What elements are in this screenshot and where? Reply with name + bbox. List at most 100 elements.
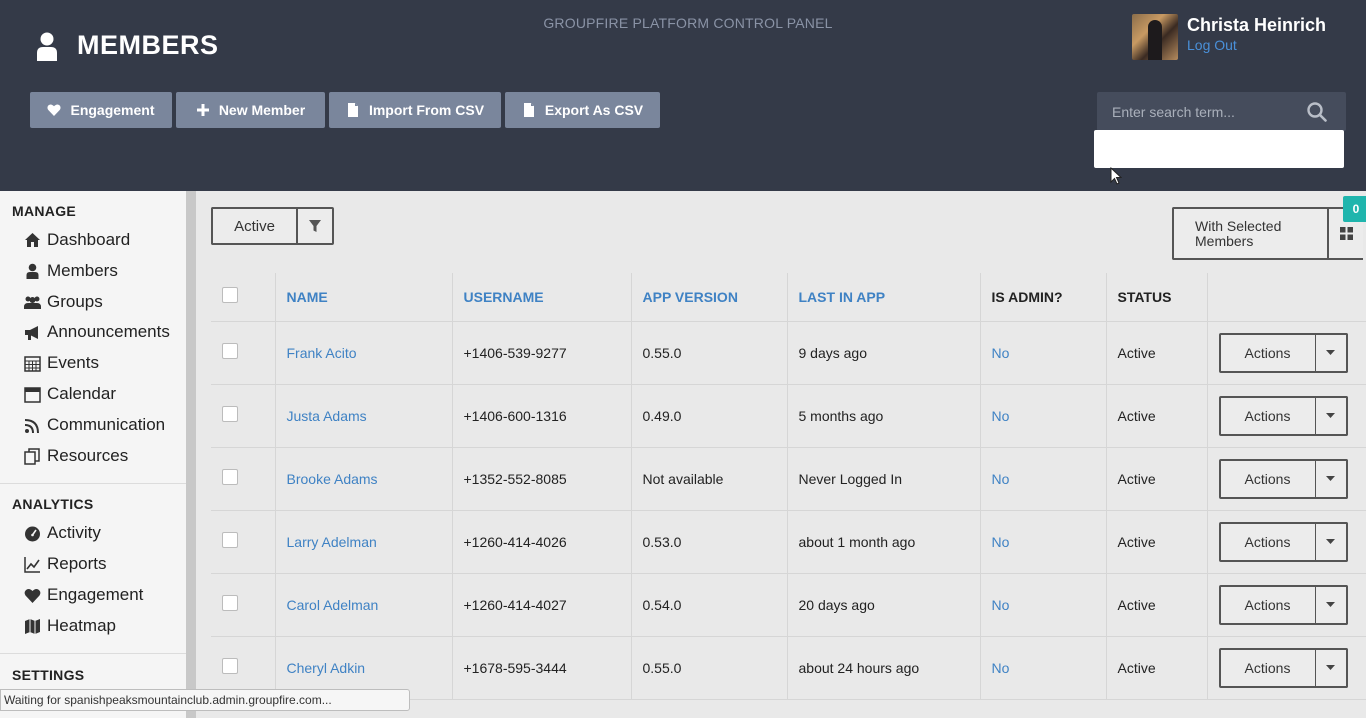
sidebar-item-announcements[interactable]: Announcements (24, 320, 170, 344)
sidebar-item-groups[interactable]: Groups (24, 290, 103, 314)
row-actions-cell: Actions (1207, 573, 1366, 637)
engagement-button[interactable]: Engagement (30, 92, 172, 128)
file-icon (523, 103, 534, 117)
actions-group: Actions (1218, 332, 1366, 373)
member-name-link[interactable]: Brooke Adams (275, 447, 453, 511)
actions-button[interactable]: Actions (1218, 584, 1316, 625)
row-checkbox[interactable] (222, 343, 238, 359)
member-is-admin-link[interactable]: No (980, 447, 1107, 511)
row-actions-cell: Actions (1207, 321, 1366, 385)
member-name-link[interactable]: Larry Adelman (275, 510, 453, 574)
member-name-link[interactable]: Frank Acito (275, 321, 453, 385)
sidebar-item-label: Engagement (47, 585, 144, 604)
row-checkbox[interactable] (222, 532, 238, 548)
column-header-last-in-app[interactable]: LAST IN APP (787, 273, 981, 322)
caret-down-icon (1326, 602, 1335, 607)
row-select-cell (211, 447, 276, 511)
new-member-button-label: New Member (218, 102, 306, 118)
logout-link[interactable]: Log Out (1187, 36, 1326, 54)
sidebar-item-resources[interactable]: Resources (24, 444, 128, 468)
sidebar-item-heatmap[interactable]: Heatmap (24, 614, 116, 638)
heart-icon (47, 104, 62, 116)
member-username: +1352-552-8085 (452, 447, 632, 511)
member-app-version: 0.54.0 (631, 573, 788, 637)
table-row: Justa Adams +1406-600-1316 0.49.0 5 mont… (211, 384, 1366, 448)
sidebar-item-reports[interactable]: Reports (24, 552, 107, 576)
actions-group: Actions (1218, 647, 1366, 688)
engagement-button-label: Engagement (70, 102, 155, 118)
column-header-app-version[interactable]: APP VERSION (631, 273, 788, 322)
page-title: MEMBERS (77, 30, 219, 60)
actions-dropdown-toggle[interactable] (1315, 521, 1348, 562)
sidebar-item-members[interactable]: Members (24, 259, 118, 283)
row-checkbox[interactable] (222, 406, 238, 422)
actions-dropdown-toggle[interactable] (1315, 458, 1348, 499)
member-name-link[interactable]: Justa Adams (275, 384, 453, 448)
main-content: Active With Selected Members 0 NAME USER… (196, 191, 1366, 718)
sidebar-scrollbar[interactable] (186, 191, 196, 718)
table-row: Larry Adelman +1260-414-4026 0.53.0 abou… (211, 510, 1366, 574)
filter-button[interactable] (296, 207, 334, 245)
select-all-checkbox[interactable] (222, 287, 238, 304)
sidebar-item-dashboard[interactable]: Dashboard (24, 228, 130, 252)
filter-icon (309, 219, 321, 232)
export-csv-button[interactable]: Export As CSV (505, 92, 660, 128)
new-member-button[interactable]: New Member (176, 92, 325, 128)
member-last-in-app: about 1 month ago (787, 510, 981, 574)
column-header-name[interactable]: NAME (275, 273, 453, 322)
member-username: +1260-414-4026 (452, 510, 632, 574)
row-select-cell (211, 384, 276, 448)
member-is-admin-link[interactable]: No (980, 510, 1107, 574)
member-status: Active (1106, 636, 1208, 700)
column-header-username[interactable]: USERNAME (452, 273, 632, 322)
user-box: Christa Heinrich Log Out (1132, 14, 1326, 60)
actions-button[interactable]: Actions (1218, 395, 1316, 436)
row-checkbox[interactable] (222, 595, 238, 611)
actions-button[interactable]: Actions (1218, 458, 1316, 499)
member-status: Active (1106, 321, 1208, 385)
sidebar-item-activity[interactable]: Activity (24, 521, 101, 545)
table-row: Carol Adelman +1260-414-4027 0.54.0 20 d… (211, 573, 1366, 637)
actions-dropdown-toggle[interactable] (1315, 584, 1348, 625)
row-actions-cell: Actions (1207, 384, 1366, 448)
actions-dropdown-toggle[interactable] (1315, 332, 1348, 373)
member-is-admin-link[interactable]: No (980, 636, 1107, 700)
sidebar-item-communication[interactable]: Communication (24, 413, 165, 437)
actions-button[interactable]: Actions (1218, 332, 1316, 373)
sidebar-item-calendar[interactable]: Calendar (24, 382, 116, 406)
file-icon (347, 103, 358, 117)
sidebar-item-engagement[interactable]: Engagement (24, 583, 143, 607)
caret-down-icon (1326, 539, 1335, 544)
member-name-link[interactable]: Carol Adelman (275, 573, 453, 637)
search-input[interactable] (1097, 92, 1307, 131)
caret-down-icon (1326, 350, 1335, 355)
status-filter-button[interactable]: Active (211, 207, 296, 245)
row-actions-cell: Actions (1207, 510, 1366, 574)
import-csv-button-label: Import From CSV (368, 102, 485, 118)
actions-dropdown-toggle[interactable] (1315, 647, 1348, 688)
sidebar-divider (0, 653, 186, 654)
member-is-admin-link[interactable]: No (980, 573, 1107, 637)
search-results-dropdown (1094, 130, 1344, 168)
member-is-admin-link[interactable]: No (980, 384, 1107, 448)
actions-button[interactable]: Actions (1218, 521, 1316, 562)
page-heading: MEMBERS (36, 30, 219, 61)
column-header-status: STATUS (1106, 273, 1208, 322)
import-csv-button[interactable]: Import From CSV (329, 92, 501, 128)
sidebar-item-events[interactable]: Events (24, 351, 99, 375)
row-checkbox[interactable] (222, 469, 238, 485)
avatar[interactable] (1132, 14, 1178, 60)
bullhorn-icon (25, 325, 38, 340)
actions-dropdown-toggle[interactable] (1315, 395, 1348, 436)
select-all-cell (211, 273, 276, 322)
sidebar-item-label: Activity (47, 523, 101, 542)
member-username: +1406-539-9277 (452, 321, 632, 385)
table-row: Brooke Adams +1352-552-8085 Not availabl… (211, 447, 1366, 511)
search-icon[interactable] (1307, 102, 1327, 122)
sidebar-item-label: Resources (47, 446, 129, 465)
actions-button[interactable]: Actions (1218, 647, 1316, 688)
column-header-is-admin: IS ADMIN? (980, 273, 1107, 322)
member-is-admin-link[interactable]: No (980, 321, 1107, 385)
with-selected-button[interactable]: With Selected Members (1172, 207, 1327, 260)
row-checkbox[interactable] (222, 658, 238, 674)
